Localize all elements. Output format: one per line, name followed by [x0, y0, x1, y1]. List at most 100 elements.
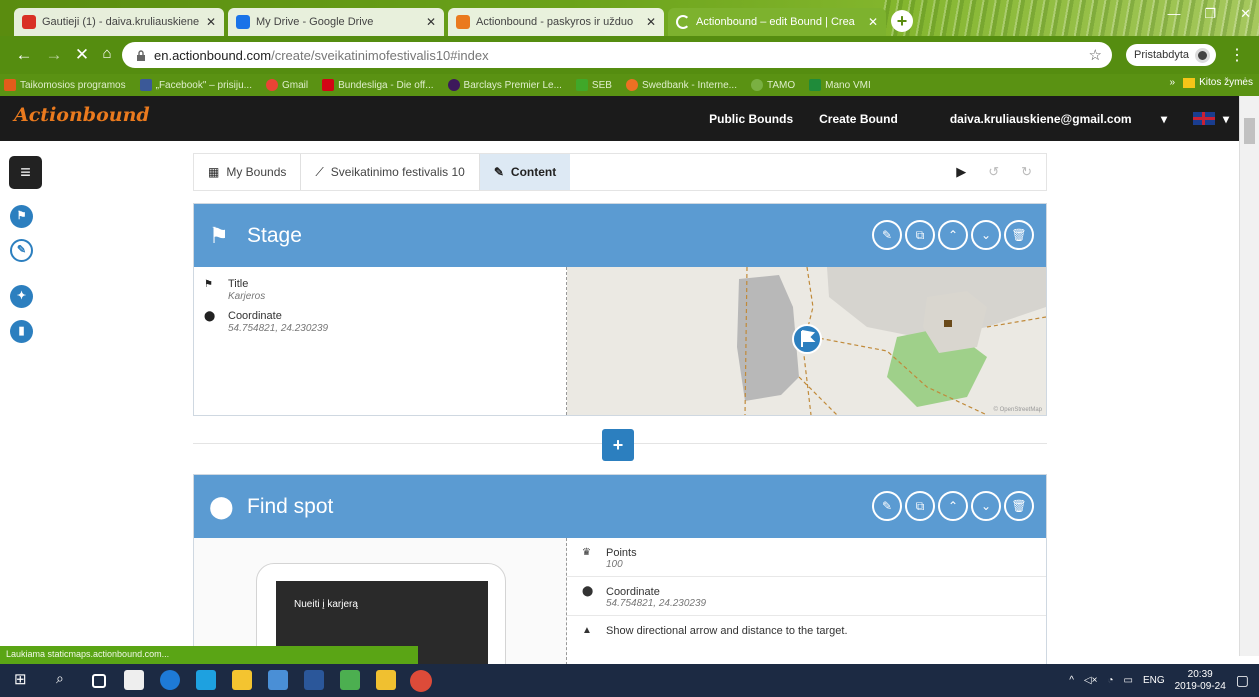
edge-icon[interactable]: [160, 670, 180, 690]
actionbound-favicon-icon: [456, 15, 470, 29]
hamburger-menu-button[interactable]: ≡: [9, 156, 42, 189]
delete-button[interactable]: 🗑: [1004, 220, 1034, 250]
tamo-icon: [751, 79, 763, 91]
breadcrumb-my-bounds[interactable]: ▦ My Bounds: [194, 154, 302, 190]
network-icon[interactable]: ◔: [1107, 675, 1113, 686]
forward-icon[interactable]: →: [44, 45, 64, 65]
gmail-icon: [22, 15, 36, 29]
clock[interactable]: 20:39 2019-09-24: [1175, 669, 1226, 693]
close-icon[interactable]: ✕: [868, 15, 878, 29]
volume-icon[interactable]: ◁×: [1084, 675, 1098, 686]
notifications-icon[interactable]: ▢: [1236, 672, 1249, 689]
move-up-button[interactable]: ⌃: [938, 491, 968, 521]
user-menu[interactable]: daiva.kruliauskiene@gmail.com ▾: [924, 112, 1167, 126]
bookmark-swedbank[interactable]: Swedbank - Interne...: [625, 79, 737, 91]
scrollbar-thumb[interactable]: [1244, 118, 1255, 144]
paint-icon[interactable]: [340, 670, 360, 690]
bookmark-gmail[interactable]: Gmail: [265, 79, 308, 91]
stage-card-header: ⚑ Stage ✎ ⧉ ⌃ ⌄ 🗑: [194, 204, 1046, 267]
move-down-button[interactable]: ⌄: [971, 220, 1001, 250]
tray-chevron-icon[interactable]: ^: [1069, 675, 1074, 686]
search-icon[interactable]: ⌕: [56, 670, 76, 690]
stage-card: ⚑ Stage ✎ ⧉ ⌃ ⌄ 🗑 ⚑ Title Karjeros ⬤ Coo…: [193, 203, 1047, 416]
breadcrumb-content[interactable]: ✎ Content: [479, 154, 571, 190]
store-icon[interactable]: [232, 670, 252, 690]
edit-button[interactable]: ✎: [872, 491, 902, 521]
skype-icon[interactable]: [196, 670, 216, 690]
bookmark-apps[interactable]: Taikomosios programos: [4, 79, 126, 91]
move-up-button[interactable]: ⌃: [938, 220, 968, 250]
input-language[interactable]: ENG: [1143, 675, 1165, 686]
bundesliga-icon: [322, 79, 335, 91]
uk-flag-icon[interactable]: [1192, 112, 1215, 125]
file-explorer-icon[interactable]: [376, 670, 396, 690]
edit-button[interactable]: ✎: [872, 220, 902, 250]
bookmarks-bar: Taikomosios programos „Facebook" – prisi…: [0, 74, 1259, 96]
move-down-button[interactable]: ⌄: [971, 491, 1001, 521]
profile-button[interactable]: Pristabdyta: [1126, 44, 1217, 66]
trophy-icon: ♛: [582, 547, 591, 558]
close-window-icon[interactable]: ✕: [1240, 6, 1251, 22]
undo-icon[interactable]: ↺: [988, 164, 999, 180]
new-tab-button[interactable]: +: [891, 10, 913, 32]
bookmark-star-icon[interactable]: ☆: [1089, 46, 1102, 64]
bound-settings-icon[interactable]: ⚑: [10, 205, 33, 228]
bound-icon: ⟋: [315, 164, 324, 179]
browser-tab-actionbound-account[interactable]: Actionbound - paskyros ir užduo ✕: [448, 8, 664, 36]
mail-icon[interactable]: [124, 670, 144, 690]
stop-icon[interactable]: ✕: [72, 45, 92, 65]
media-player-icon[interactable]: [268, 670, 288, 690]
close-icon[interactable]: ✕: [426, 15, 436, 29]
other-bookmarks-folder[interactable]: Kitos žymės: [1183, 77, 1253, 88]
task-view-icon[interactable]: [92, 674, 106, 688]
map-graphic: [567, 267, 1046, 415]
nav-create-bound[interactable]: Create Bound: [819, 112, 898, 126]
word-icon[interactable]: [304, 670, 324, 690]
stage-map[interactable]: © OpenStreetMap: [567, 267, 1046, 415]
maximize-icon[interactable]: ❐: [1204, 6, 1216, 22]
nav-public-bounds[interactable]: Public Bounds: [709, 112, 793, 126]
actionbound-logo[interactable]: Actionbound: [14, 104, 150, 126]
minimize-icon[interactable]: —: [1167, 6, 1180, 22]
browser-tab-actionbound-edit[interactable]: Actionbound – edit Bound | Crea ✕: [668, 8, 886, 36]
bookmark-mano-vmi[interactable]: Mano VMI: [809, 79, 871, 91]
bookmark-premier-league[interactable]: Barclays Premier Le...: [447, 79, 562, 91]
bookmark-bundesliga[interactable]: Bundesliga - Die off...: [322, 79, 434, 91]
home-icon[interactable]: ⌂: [97, 45, 117, 62]
redo-icon[interactable]: ↻: [1021, 164, 1032, 180]
browser-tab-gmail[interactable]: Gautieji (1) - daiva.kruliauskiene@ ✕: [14, 8, 224, 36]
duplicate-button[interactable]: ⧉: [905, 491, 935, 521]
stage-coordinate-field: ⬤ Coordinate 54.754821, 24.230239: [204, 310, 329, 334]
directional-arrow-field: ▲ Show directional arrow and distance to…: [582, 625, 848, 637]
back-icon[interactable]: ←: [14, 45, 34, 65]
apps-icon: [4, 79, 16, 91]
browser-toolbar: ← → ✕ ⌂ en.actionbound.com/create/sveika…: [0, 36, 1259, 74]
more-bookmarks-icon[interactable]: »: [1170, 77, 1176, 88]
facebook-icon: [139, 79, 152, 91]
chrome-icon[interactable]: [410, 670, 432, 692]
delete-button[interactable]: 🗑: [1004, 491, 1034, 521]
browser-menu-icon[interactable]: ⋮: [1229, 45, 1245, 65]
caret-down-icon: ▾: [1160, 111, 1167, 126]
flag-icon: ⚑: [209, 222, 229, 248]
battery-icon[interactable]: ▭: [1123, 675, 1132, 686]
page-scrollbar[interactable]: [1239, 96, 1259, 656]
breadcrumb-bound[interactable]: ⟋ Sveikatinimo festivalis 10: [301, 154, 480, 190]
play-icon[interactable]: ▶: [956, 164, 966, 180]
close-icon[interactable]: ✕: [206, 15, 216, 29]
address-bar[interactable]: en.actionbound.com/create/sveikatinimofe…: [122, 42, 1112, 68]
windows-start-icon[interactable]: ⊞: [14, 670, 34, 690]
duplicate-button[interactable]: ⧉: [905, 220, 935, 250]
bookmark-seb[interactable]: SEB: [575, 79, 612, 91]
flag-icon: ⚑: [204, 279, 213, 290]
avatar: [1195, 47, 1211, 63]
browser-tab-drive[interactable]: My Drive - Google Drive ✕: [228, 8, 444, 36]
add-element-button[interactable]: +: [602, 429, 634, 461]
bookmark-tamo[interactable]: TAMO: [751, 79, 795, 91]
statistics-icon[interactable]: ▮: [10, 320, 33, 343]
caret-down-icon[interactable]: ▾: [1223, 112, 1229, 126]
compass-icon[interactable]: ✎: [10, 239, 33, 262]
bookmark-facebook[interactable]: „Facebook" – prisiju...: [139, 79, 252, 91]
close-icon[interactable]: ✕: [646, 15, 656, 29]
wrench-icon[interactable]: ✦: [10, 285, 33, 308]
